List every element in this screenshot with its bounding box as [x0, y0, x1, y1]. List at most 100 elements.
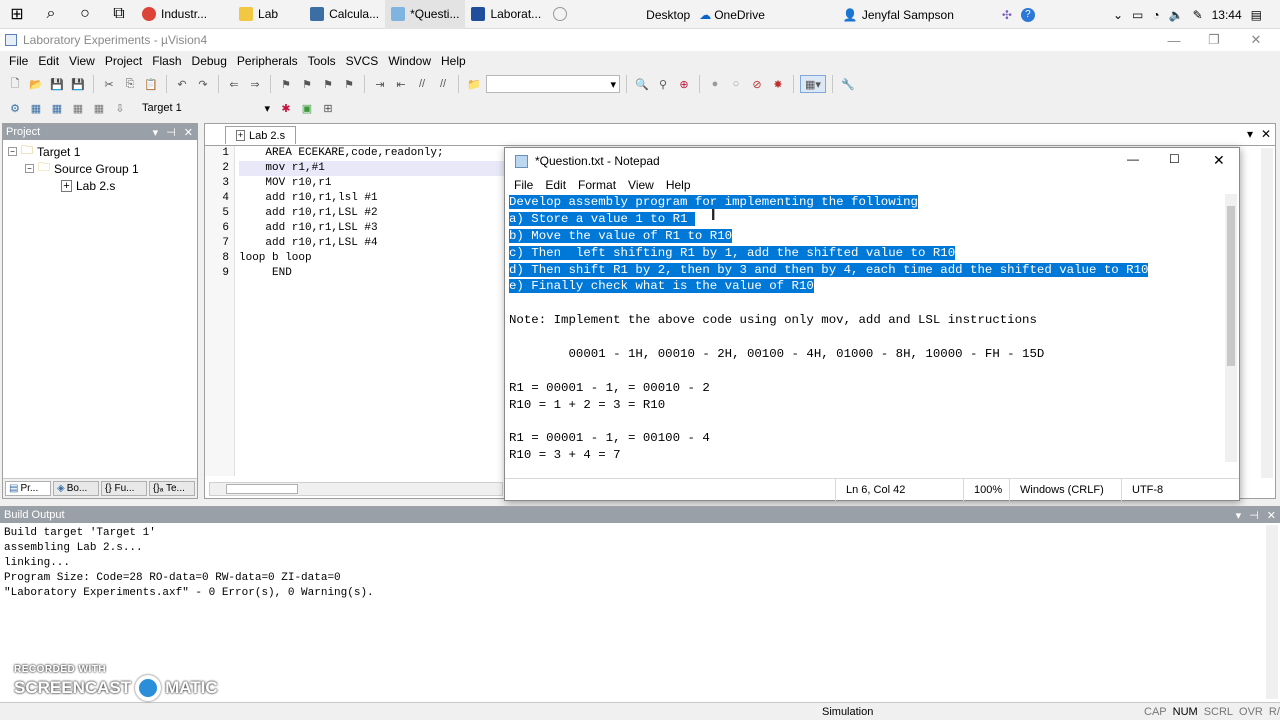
windows-start-icon[interactable]: ⊞: [0, 0, 34, 29]
prev-bookmark-icon[interactable]: ⚑: [298, 75, 316, 93]
clock[interactable]: 13:44: [1212, 8, 1242, 22]
menu-svcs[interactable]: SVCS: [341, 54, 384, 68]
close-button[interactable]: ✕: [1238, 29, 1274, 51]
incremental-find-icon[interactable]: ⚲: [654, 75, 672, 93]
editor-hscrollbar[interactable]: [209, 482, 503, 496]
disable-breakpoints-icon[interactable]: ⊘: [748, 75, 766, 93]
nav-back-icon[interactable]: ⇐: [225, 75, 243, 93]
notifications-icon[interactable]: ▤: [1251, 8, 1262, 22]
taskbar-app-chrome[interactable]: Industr...: [136, 0, 213, 29]
battery-icon[interactable]: ▭: [1132, 8, 1143, 22]
menu-peripherals[interactable]: Peripherals: [232, 54, 303, 68]
open-file-icon[interactable]: 📂: [27, 75, 45, 93]
find-combo[interactable]: ▾: [486, 75, 620, 93]
menu-tools[interactable]: Tools: [303, 54, 341, 68]
notepad-maximize-button[interactable]: ☐: [1169, 152, 1180, 166]
editor-tab-lab2[interactable]: + Lab 2.s: [225, 126, 297, 144]
panel-menu-icon[interactable]: ▾: [1236, 509, 1242, 522]
new-file-icon[interactable]: 🗋: [6, 75, 24, 93]
notepad-menu-format[interactable]: Format: [572, 178, 622, 192]
wifi-icon[interactable]: ◔: [1152, 8, 1159, 22]
notepad-menu-edit[interactable]: Edit: [539, 178, 572, 192]
editor-vscrollbar[interactable]: [1261, 148, 1273, 478]
collapse-icon[interactable]: −: [8, 147, 17, 156]
pen-icon[interactable]: ✎: [1193, 8, 1203, 22]
tab-books[interactable]: ◈ Bo...: [53, 481, 99, 496]
notepad-vscrollbar[interactable]: [1225, 194, 1237, 462]
menu-file[interactable]: File: [4, 54, 33, 68]
configure-icon[interactable]: 🔧: [839, 75, 857, 93]
notepad-minimize-button[interactable]: —: [1127, 152, 1139, 166]
restore-button[interactable]: ❐: [1196, 29, 1232, 51]
cut-icon[interactable]: ✂: [100, 75, 118, 93]
build-output-text[interactable]: Build target 'Target 1' assembling Lab 2…: [0, 523, 1280, 601]
search-icon[interactable]: ⌕: [34, 0, 68, 29]
menu-debug[interactable]: Debug: [187, 54, 232, 68]
taskbar-app-folder[interactable]: Lab: [233, 0, 284, 29]
editor-hscroll-thumb[interactable]: [226, 484, 298, 494]
save-all-icon[interactable]: 💾: [69, 75, 87, 93]
menu-window[interactable]: Window: [383, 54, 436, 68]
stop-build-icon[interactable]: ▦: [90, 99, 108, 117]
menu-edit[interactable]: Edit: [33, 54, 64, 68]
window-layout-icon[interactable]: ▦▾: [800, 75, 826, 93]
menu-project[interactable]: Project: [100, 54, 147, 68]
tree-item-source-group[interactable]: − 🗀 Source Group 1: [3, 160, 197, 177]
notepad-close-button[interactable]: ✕: [1213, 152, 1225, 169]
notepad-menu-view[interactable]: View: [622, 178, 660, 192]
kill-breakpoints-icon[interactable]: ✸: [769, 75, 787, 93]
notepad-text-area[interactable]: Develop assembly program for implementin…: [509, 194, 1225, 462]
next-bookmark-icon[interactable]: ⚑: [319, 75, 337, 93]
help-icon[interactable]: ?: [1020, 7, 1035, 22]
save-icon[interactable]: 💾: [48, 75, 66, 93]
user-profile[interactable]: 👤 Jenyfal Sampson: [843, 8, 954, 22]
download-icon[interactable]: ⇩: [111, 99, 129, 117]
paste-icon[interactable]: 📋: [142, 75, 160, 93]
panel-close-icon[interactable]: ✕: [1267, 509, 1276, 522]
notepad-menu-help[interactable]: Help: [660, 178, 697, 192]
taskbar-app-recorder[interactable]: [547, 0, 573, 29]
manage-components-icon[interactable]: ⊞: [319, 99, 337, 117]
minimize-button[interactable]: —: [1156, 29, 1192, 51]
collapse-icon[interactable]: −: [25, 164, 34, 173]
redo-icon[interactable]: ↷: [194, 75, 212, 93]
network-icon[interactable]: ✣: [1002, 8, 1012, 22]
taskbar-app-calculator[interactable]: Calcula...: [304, 0, 385, 29]
build-vscrollbar[interactable]: [1266, 525, 1278, 699]
notepad-vscroll-thumb[interactable]: [1227, 206, 1235, 366]
undo-icon[interactable]: ↶: [173, 75, 191, 93]
insert-breakpoint-icon[interactable]: ●: [706, 75, 724, 93]
task-view-icon[interactable]: ⧉: [102, 0, 136, 29]
chevron-up-icon[interactable]: ⌄: [1113, 8, 1123, 22]
batch-build-icon[interactable]: ▦: [69, 99, 87, 117]
panel-close-icon[interactable]: ✕: [184, 126, 193, 139]
uncomment-icon[interactable]: //: [434, 75, 452, 93]
desktop-toolbar[interactable]: Desktop: [646, 8, 690, 22]
editor-close-icon[interactable]: ✕: [1261, 127, 1271, 141]
menu-flash[interactable]: Flash: [147, 54, 186, 68]
rebuild-icon[interactable]: ▦: [48, 99, 66, 117]
bookmark-icon[interactable]: ⚑: [277, 75, 295, 93]
target-select[interactable]: Target 1 ▾: [138, 99, 274, 117]
onedrive-link[interactable]: ☁ OneDrive: [699, 8, 765, 22]
cortana-icon[interactable]: ○: [68, 0, 102, 29]
tab-project[interactable]: ▤ Pr...: [5, 481, 51, 496]
pin-icon[interactable]: ⊣: [1249, 509, 1259, 522]
find-in-files-icon[interactable]: 📁: [465, 75, 483, 93]
notepad-hscrollbar[interactable]: [509, 464, 1225, 476]
file-extensions-icon[interactable]: ▣: [298, 99, 316, 117]
menu-help[interactable]: Help: [436, 54, 471, 68]
build-icon[interactable]: ▦: [27, 99, 45, 117]
indent-icon[interactable]: ⇥: [371, 75, 389, 93]
pin-icon[interactable]: ⊣: [166, 126, 176, 139]
translate-icon[interactable]: ⚙: [6, 99, 24, 117]
taskbar-app-notepad[interactable]: *Questi...: [385, 0, 466, 29]
panel-menu-icon[interactable]: ▾: [153, 126, 159, 139]
tab-functions[interactable]: {} Fu...: [101, 481, 147, 496]
editor-tabs-dropdown-icon[interactable]: ▾: [1247, 127, 1253, 141]
target-options-icon[interactable]: ✱: [277, 99, 295, 117]
tab-templates[interactable]: {}ₐ Te...: [149, 481, 195, 496]
tree-item-lab2-file[interactable]: + Lab 2.s: [3, 177, 197, 194]
notepad-menu-file[interactable]: File: [508, 178, 539, 192]
enable-breakpoint-icon[interactable]: ○: [727, 75, 745, 93]
